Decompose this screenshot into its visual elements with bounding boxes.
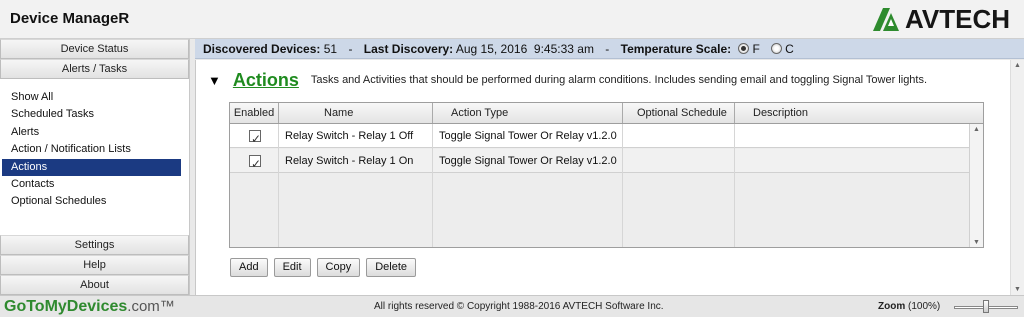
app-header: Device ManageR AVTECH bbox=[0, 0, 1024, 39]
discovered-devices-label: Discovered Devices: bbox=[203, 42, 321, 56]
temp-f-label: F bbox=[752, 42, 760, 56]
separator: - bbox=[348, 42, 353, 56]
actions-table: Enabled Name Action Type Optional Schedu… bbox=[229, 102, 984, 248]
delete-button[interactable]: Delete bbox=[366, 258, 417, 277]
discovered-devices-count: 51 bbox=[323, 42, 338, 56]
add-button[interactable]: Add bbox=[230, 258, 268, 277]
temperature-scale-label: Temperature Scale: bbox=[620, 42, 732, 56]
col-optional-schedule[interactable]: Optional Schedule bbox=[623, 103, 735, 123]
enabled-cell bbox=[230, 124, 279, 148]
scroll-up-icon[interactable]: ▲ bbox=[1014, 62, 1021, 69]
action-type-cell: Toggle Signal Tower Or Relay v1.2.0 bbox=[433, 124, 623, 148]
col-action-type[interactable]: Action Type bbox=[433, 103, 623, 123]
scroll-up-icon[interactable]: ▲ bbox=[973, 126, 980, 133]
app-title: Device ManageR bbox=[10, 10, 130, 27]
nav-settings-button[interactable]: Settings bbox=[0, 235, 189, 255]
action-type-cell: Toggle Signal Tower Or Relay v1.2.0 bbox=[433, 149, 623, 173]
zoom-readout: Zoom (100%) bbox=[878, 296, 940, 317]
site-name: GoToMyDevices bbox=[4, 298, 128, 315]
schedule-cell bbox=[623, 149, 735, 173]
avtech-logo-icon bbox=[873, 8, 900, 31]
scroll-down-icon[interactable]: ▼ bbox=[973, 239, 980, 246]
table-row[interactable]: Relay Switch - Relay 1 Off Toggle Signal… bbox=[230, 124, 970, 148]
nav-alerts-tasks-button[interactable]: Alerts / Tasks bbox=[0, 59, 189, 79]
footer: GoToMyDevices.com™ All rights reserved ©… bbox=[0, 295, 1024, 317]
table-row[interactable]: Relay Switch - Relay 1 On Toggle Signal … bbox=[230, 149, 970, 173]
name-cell: Relay Switch - Relay 1 On bbox=[279, 149, 433, 173]
nav-item-show-all[interactable]: Show All bbox=[2, 89, 181, 106]
brand-name: AVTECH bbox=[905, 3, 1010, 34]
last-discovery-value: Aug 15, 2016 9:45:33 am bbox=[455, 42, 594, 56]
nav-help-button[interactable]: Help bbox=[0, 255, 189, 275]
main-panel: ▼ Actions Tasks and Activities that shou… bbox=[195, 60, 1024, 295]
schedule-cell bbox=[623, 124, 735, 148]
nav-item-actions[interactable]: Actions bbox=[2, 158, 181, 176]
name-cell: Relay Switch - Relay 1 Off bbox=[279, 124, 433, 148]
last-discovery-label: Last Discovery: bbox=[363, 42, 454, 56]
zoom-label: Zoom bbox=[878, 301, 906, 312]
nav-item-optional-schedules[interactable]: Optional Schedules bbox=[2, 193, 181, 210]
nav-item-scheduled-tasks[interactable]: Scheduled Tasks bbox=[2, 106, 181, 123]
alerts-tasks-menu: Show All Scheduled Tasks Alerts Action /… bbox=[0, 79, 189, 233]
col-enabled[interactable]: Enabled bbox=[230, 103, 279, 123]
temp-f-radio[interactable] bbox=[738, 43, 750, 54]
separator: - bbox=[605, 42, 610, 56]
collapse-triangle-icon[interactable]: ▼ bbox=[208, 73, 221, 88]
temp-c-radio[interactable] bbox=[771, 43, 783, 54]
edit-button[interactable]: Edit bbox=[273, 258, 311, 277]
nav-item-alerts[interactable]: Alerts bbox=[2, 124, 181, 141]
enabled-checkbox[interactable] bbox=[249, 127, 261, 148]
zoom-slider-handle[interactable] bbox=[983, 300, 989, 313]
nav-item-action-notification-lists[interactable]: Action / Notification Lists bbox=[2, 141, 181, 158]
nav-about-button[interactable]: About bbox=[0, 275, 189, 295]
gotomydevices-link[interactable]: GoToMyDevices.com™ bbox=[4, 296, 175, 317]
enabled-cell bbox=[230, 149, 279, 173]
table-scrollbar[interactable]: ▲ ▼ bbox=[969, 124, 983, 247]
description-cell bbox=[735, 149, 970, 173]
nav-item-contacts[interactable]: Contacts bbox=[2, 176, 181, 193]
site-suffix: .com™ bbox=[127, 298, 175, 315]
zoom-value: (100%) bbox=[908, 301, 941, 312]
table-header: Enabled Name Action Type Optional Schedu… bbox=[230, 103, 983, 124]
brand-logo: AVTECH bbox=[871, 4, 1010, 34]
table-actions: Add Edit Copy Delete bbox=[230, 258, 417, 277]
scroll-down-icon[interactable]: ▼ bbox=[1014, 286, 1021, 293]
nav-device-status-button[interactable]: Device Status bbox=[0, 39, 189, 59]
enabled-checkbox[interactable] bbox=[249, 152, 261, 173]
discovery-info-bar: Discovered Devices: 51 - Last Discovery:… bbox=[195, 39, 1024, 59]
col-name[interactable]: Name bbox=[279, 103, 433, 123]
sidebar-bottom: Settings Help About bbox=[0, 235, 189, 295]
main-scrollbar[interactable]: ▲ ▼ bbox=[1010, 60, 1024, 295]
temp-c-label: C bbox=[785, 42, 794, 56]
col-description[interactable]: Description bbox=[735, 103, 983, 123]
copyright-text: All rights reserved © Copyright 1988-201… bbox=[374, 301, 664, 312]
description-cell bbox=[735, 124, 970, 148]
sidebar: Device Status Alerts / Tasks Show All Sc… bbox=[0, 39, 190, 295]
copy-button[interactable]: Copy bbox=[316, 258, 361, 277]
section-title[interactable]: Actions bbox=[233, 70, 299, 91]
actions-section-header: ▼ Actions Tasks and Activities that shou… bbox=[208, 68, 927, 92]
section-description: Tasks and Activities that should be perf… bbox=[310, 74, 928, 86]
